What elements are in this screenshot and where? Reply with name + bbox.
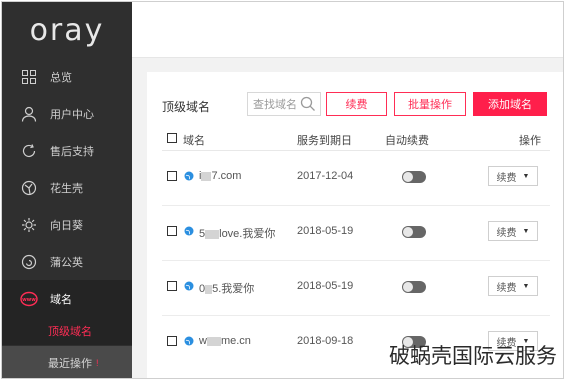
top-bar xyxy=(132,2,563,58)
sidebar-item-label: 总览 xyxy=(50,71,72,84)
redacted-mask xyxy=(201,171,212,181)
row-checkbox[interactable] xyxy=(167,171,177,181)
globe-icon xyxy=(184,171,194,181)
domain-suffix: love.我爱你 xyxy=(219,228,276,240)
renew-button[interactable]: 续费 xyxy=(326,92,387,116)
expiry-date: 2018-09-18 xyxy=(297,335,354,347)
row-checkbox[interactable] xyxy=(167,281,177,291)
sidebar-item-label: 售后支持 xyxy=(50,145,94,158)
domain-suffix: me.cn xyxy=(220,335,251,347)
sidebar-item-dandelion[interactable]: 蒲公英 xyxy=(2,243,132,280)
sidebar-item-label: 域名 xyxy=(50,293,72,306)
caret-down-icon: ▼ xyxy=(522,172,530,180)
column-domain: 域名 xyxy=(183,135,205,147)
select-all-checkbox[interactable] xyxy=(167,133,177,143)
table-header: 域名 服务到期日 自动续费 操作 xyxy=(162,127,550,151)
column-auto-renew: 自动续费 xyxy=(385,135,429,147)
expiry-date: 2018-05-19 xyxy=(297,225,354,237)
svg-text:www: www xyxy=(22,297,36,303)
auto-renew-toggle[interactable] xyxy=(402,171,426,183)
sidebar-item-label: 用户中心 xyxy=(50,108,94,121)
sidebar-item-label: 蒲公英 xyxy=(50,256,83,269)
domain-name[interactable]: 0 5.我爱你 xyxy=(199,280,254,296)
domain-suffix: 7.com xyxy=(211,170,242,182)
column-action: 操作 xyxy=(519,135,541,147)
search-placeholder: 查找域名 xyxy=(253,99,297,111)
table-row: 5 love.我爱你 2018-05-19 续费 ▼ xyxy=(162,206,550,261)
table-row: 0 5.我爱你 2018-05-19 续费 ▼ xyxy=(162,261,550,316)
sidebar-item-label: 花生壳 xyxy=(50,182,83,195)
domain-name[interactable]: i 7.com xyxy=(199,170,241,182)
auto-renew-toggle[interactable] xyxy=(402,281,426,293)
redacted-mask xyxy=(206,336,221,346)
refresh-icon xyxy=(20,142,38,160)
globe-icon xyxy=(20,179,38,197)
row-action-label: 续费 xyxy=(496,172,517,184)
row-action-label: 续费 xyxy=(496,227,517,239)
notification-badge-icon: ! xyxy=(96,358,99,368)
user-icon xyxy=(20,105,38,123)
sidebar-subitem-label: 最近操作 xyxy=(48,358,92,370)
www-icon: www xyxy=(20,290,38,308)
sidebar: oray 总览 用户中心 售后支持 花生壳 向日葵 蒲公英 www 域名 顶级域… xyxy=(2,2,132,378)
sidebar-subitem-recent[interactable]: 最近操作 ! xyxy=(2,346,132,378)
globe-icon xyxy=(184,226,194,236)
swirl-icon xyxy=(20,253,38,271)
auto-renew-toggle[interactable] xyxy=(402,226,426,238)
sidebar-item-peanut-shell[interactable]: 花生壳 xyxy=(2,169,132,206)
search-input[interactable]: 查找域名 xyxy=(247,92,321,116)
row-action-label: 续费 xyxy=(496,282,517,294)
row-renew-dropdown[interactable]: 续费 ▼ xyxy=(488,276,538,296)
expiry-date: 2017-12-04 xyxy=(297,170,354,182)
column-expiry: 服务到期日 xyxy=(297,135,352,147)
caret-down-icon: ▼ xyxy=(522,282,530,290)
sidebar-item-domain[interactable]: www 域名 xyxy=(2,280,132,317)
table-row: i 7.com 2017-12-04 续费 ▼ xyxy=(162,151,550,206)
grid-icon xyxy=(20,68,38,86)
row-renew-dropdown[interactable]: 续费 ▼ xyxy=(488,221,538,241)
sidebar-item-label: 向日葵 xyxy=(50,219,83,232)
globe-icon xyxy=(184,281,194,291)
expiry-date: 2018-05-19 xyxy=(297,280,354,292)
sunflower-icon xyxy=(20,216,38,234)
sidebar-subitem-label: 顶级域名 xyxy=(48,326,92,338)
sidebar-subitem-top-domain[interactable]: 顶级域名 xyxy=(2,317,132,345)
caret-down-icon: ▼ xyxy=(522,227,530,235)
add-domain-button[interactable]: 添加域名 xyxy=(473,92,547,116)
globe-icon xyxy=(184,336,194,346)
batch-operation-button[interactable]: 批量操作 xyxy=(394,92,466,116)
domain-panel: 顶级域名 查找域名 续费 批量操作 添加域名 域名 服务到期日 自动续费 操作 … xyxy=(147,72,563,378)
watermark: 破蜗壳国际云服务 xyxy=(389,344,557,368)
row-checkbox[interactable] xyxy=(167,226,177,236)
oray-logo[interactable]: oray xyxy=(2,2,132,58)
row-renew-dropdown[interactable]: 续费 ▼ xyxy=(488,166,538,186)
page-title: 顶级域名 xyxy=(162,100,211,114)
sidebar-item-user-center[interactable]: 用户中心 xyxy=(2,95,132,132)
domain-suffix: 5.我爱你 xyxy=(212,283,255,295)
domain-name[interactable]: 5 love.我爱你 xyxy=(199,225,275,241)
row-checkbox[interactable] xyxy=(167,336,177,346)
domain-prefix: w xyxy=(199,335,207,347)
sidebar-item-overview[interactable]: 总览 xyxy=(2,58,132,95)
redacted-mask xyxy=(205,229,220,239)
domain-name[interactable]: w me.cn xyxy=(199,335,251,347)
search-icon[interactable] xyxy=(300,96,316,112)
sidebar-item-support[interactable]: 售后支持 xyxy=(2,132,132,169)
app-window: oray 总览 用户中心 售后支持 花生壳 向日葵 蒲公英 www 域名 顶级域… xyxy=(1,1,564,379)
sidebar-item-sunflower[interactable]: 向日葵 xyxy=(2,206,132,243)
